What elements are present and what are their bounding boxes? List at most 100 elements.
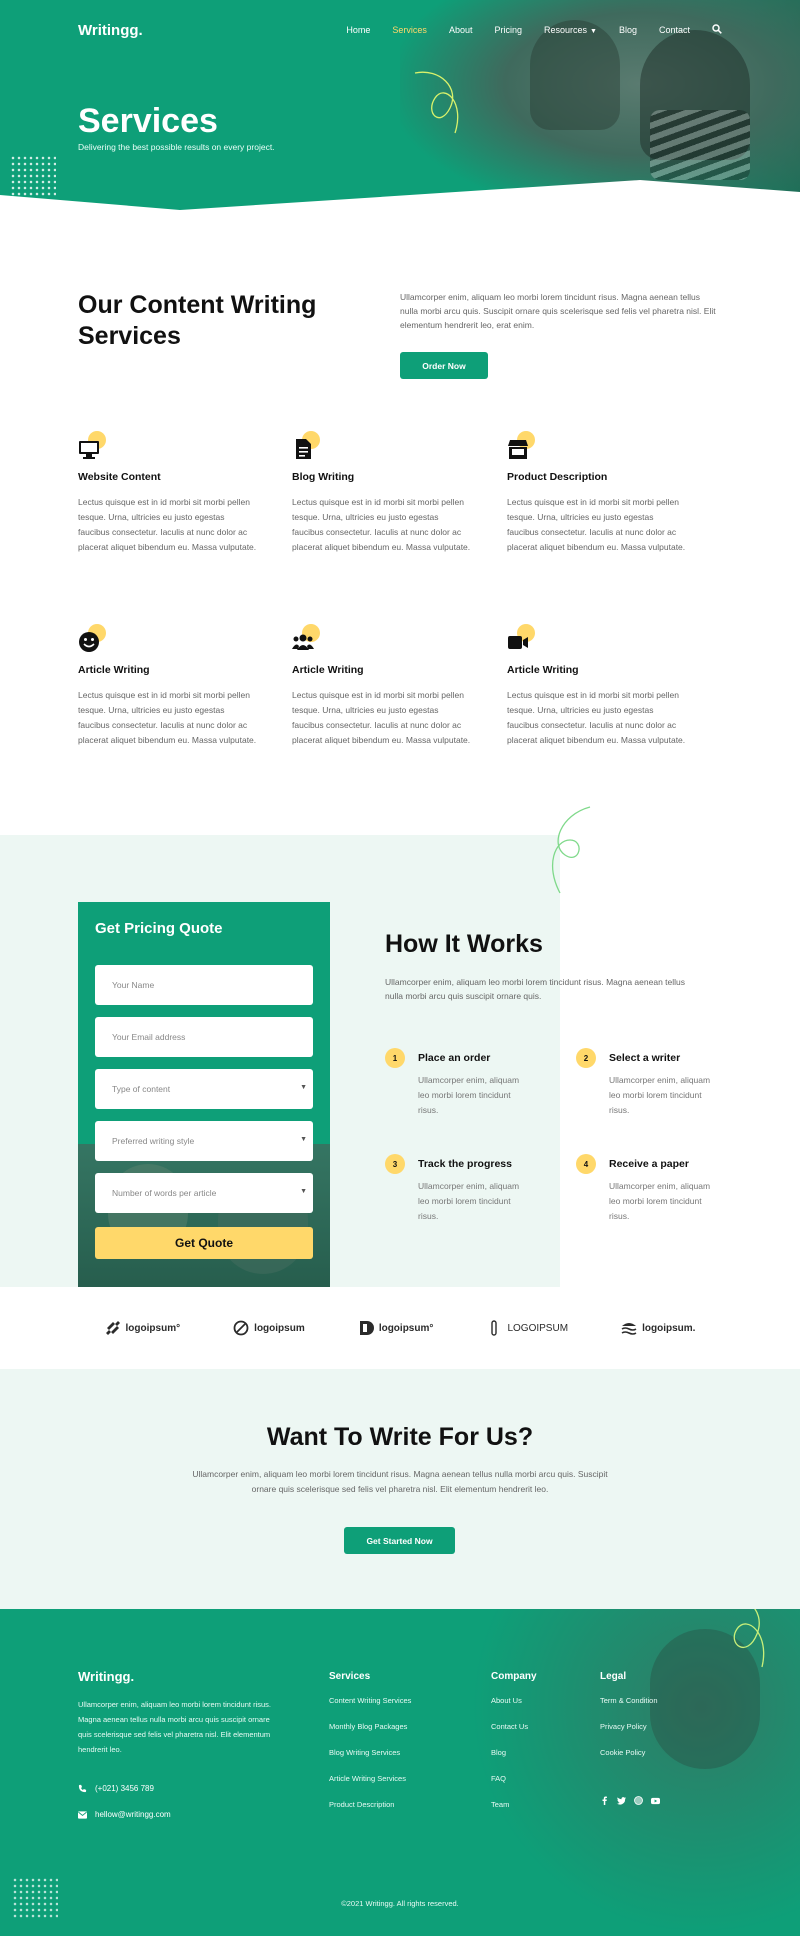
writing-style-select[interactable]: Preferred writing style ▼ xyxy=(95,1121,313,1161)
step-text: Ullamcorper enim, aliquam leo morbi lore… xyxy=(609,1075,711,1115)
client-logos: logoipsum° logoipsum logoipsum° LOGOIPSU… xyxy=(0,1287,800,1369)
hero-section: Writingg. Home Services About Pricing Re… xyxy=(0,0,800,210)
footer-email-text: hellow@writingg.com xyxy=(95,1810,171,1819)
search-icon[interactable] xyxy=(712,23,722,37)
how-it-works-section: Get Pricing Quote Your Name Your Email a… xyxy=(0,806,800,1287)
service-card: Article Writing Lectus quisque est in id… xyxy=(507,624,687,748)
logo-mark-icon xyxy=(233,1320,249,1336)
document-icon xyxy=(296,439,311,459)
footer-link[interactable]: FAQ xyxy=(491,1774,537,1800)
service-card: Article Writing Lectus quisque est in id… xyxy=(292,624,472,748)
get-quote-button[interactable]: Get Quote xyxy=(95,1227,313,1259)
hero-wave-divider xyxy=(0,180,800,210)
service-text: Lectus quisque est in id morbi sit morbi… xyxy=(78,690,257,745)
name-input[interactable]: Your Name xyxy=(95,965,313,1005)
video-icon xyxy=(508,636,528,649)
nav-resources[interactable]: Resources ▼ xyxy=(544,25,597,35)
footer-swirl-decoration xyxy=(733,1609,765,1668)
footer-logo[interactable]: Writingg. xyxy=(78,1669,134,1684)
service-text: Lectus quisque est in id morbi sit morbi… xyxy=(507,690,686,745)
footer-link[interactable]: Monthly Blog Packages xyxy=(329,1722,411,1748)
site-logo[interactable]: Writingg. xyxy=(78,22,143,39)
email-input[interactable]: Your Email address xyxy=(95,1017,313,1057)
services-heading: Our Content Writing Services xyxy=(78,291,317,350)
nav-blog[interactable]: Blog xyxy=(619,25,637,35)
service-card: Article Writing Lectus quisque est in id… xyxy=(78,624,258,748)
services-intro: Our Content Writing Services Ullamcorper… xyxy=(0,210,800,435)
step-text: Ullamcorper enim, aliquam leo morbi lore… xyxy=(609,1181,711,1221)
step-number: 3 xyxy=(385,1154,405,1174)
step-number: 2 xyxy=(576,1048,596,1068)
footer-link[interactable]: About Us xyxy=(491,1696,537,1722)
footer-services-column: Services Content Writing Services Monthl… xyxy=(329,1671,411,1826)
content-type-select[interactable]: Type of content ▼ xyxy=(95,1069,313,1109)
quote-form-photo xyxy=(78,1144,330,1287)
service-text: Lectus quisque est in id morbi sit morbi… xyxy=(507,497,686,552)
facebook-icon[interactable] xyxy=(600,1796,609,1805)
chevron-down-icon: ▼ xyxy=(300,1084,307,1091)
footer-link[interactable]: Content Writing Services xyxy=(329,1696,411,1722)
nav-pricing[interactable]: Pricing xyxy=(494,25,522,35)
word-count-select[interactable]: Number of words per article ▼ xyxy=(95,1173,313,1213)
logo-mark-icon xyxy=(491,1320,498,1336)
green-swirl-decoration xyxy=(551,806,591,894)
service-card: Blog Writing Lectus quisque est in id mo… xyxy=(292,431,472,555)
service-title: Product Description xyxy=(507,471,608,483)
phone-icon xyxy=(78,1784,87,1793)
smile-icon xyxy=(79,632,99,652)
client-logo-text: logoipsum° xyxy=(125,1322,181,1334)
footer-link[interactable]: Blog xyxy=(491,1748,537,1774)
chevron-down-icon: ▼ xyxy=(590,28,597,35)
dribbble-icon[interactable] xyxy=(634,1796,643,1805)
client-logo-text: logoipsum xyxy=(254,1322,305,1334)
footer-link[interactable]: Product Description xyxy=(329,1800,411,1826)
pricing-quote-form: Get Pricing Quote Your Name Your Email a… xyxy=(78,902,330,1287)
client-logo-text: logoipsum. xyxy=(642,1322,696,1334)
client-logo: logoipsum xyxy=(233,1320,305,1336)
writing-style-value: Preferred writing style xyxy=(112,1136,195,1146)
service-title: Website Content xyxy=(78,471,161,483)
nav-contact[interactable]: Contact xyxy=(659,25,690,35)
client-logo-text: logoipsum° xyxy=(378,1322,434,1334)
footer-link[interactable]: Contact Us xyxy=(491,1722,537,1748)
footer-phone[interactable]: (+021) 3456 789 xyxy=(78,1784,154,1793)
client-logo: logoipsum° xyxy=(105,1320,181,1336)
footer-email[interactable]: hellow@writingg.com xyxy=(78,1810,171,1819)
copyright-text: ©2021 Writingg. All rights reserved. xyxy=(341,1899,459,1908)
services-grid: Website Content Lectus quisque est in id… xyxy=(0,431,800,835)
step-text: Ullamcorper enim, aliquam leo morbi lore… xyxy=(418,1181,520,1221)
client-logo: logoipsum. xyxy=(621,1320,695,1336)
services-intro-text: Ullamcorper enim, aliquam leo morbi lore… xyxy=(400,292,716,330)
twitter-icon[interactable] xyxy=(617,1796,626,1805)
footer-link[interactable]: Article Writing Services xyxy=(329,1774,411,1800)
step-title: Select a writer xyxy=(609,1052,681,1064)
footer-link[interactable]: Privacy Policy xyxy=(600,1722,658,1748)
footer-link[interactable]: Blog Writing Services xyxy=(329,1748,411,1774)
youtube-icon[interactable] xyxy=(651,1796,660,1805)
nav-home[interactable]: Home xyxy=(346,25,370,35)
service-title: Article Writing xyxy=(78,664,150,676)
step-title: Receive a paper xyxy=(609,1158,689,1170)
write-for-us-section: Want To Write For Us? Ullamcorper enim, … xyxy=(0,1369,800,1609)
footer-link[interactable]: Term & Condition xyxy=(600,1696,658,1722)
hero-swirl-decoration xyxy=(414,71,459,134)
footer-link[interactable]: Cookie Policy xyxy=(600,1748,658,1774)
content-type-value: Type of content xyxy=(112,1084,171,1094)
client-logo-text: LOGOIPSUM xyxy=(507,1322,569,1334)
step-text: Ullamcorper enim, aliquam leo morbi lore… xyxy=(418,1075,520,1115)
chevron-down-icon: ▼ xyxy=(300,1136,307,1143)
users-icon xyxy=(292,634,314,650)
main-nav: Writingg. Home Services About Pricing Re… xyxy=(78,20,722,40)
nav-about[interactable]: About xyxy=(449,25,473,35)
order-now-button[interactable]: Order Now xyxy=(400,352,488,379)
get-started-button[interactable]: Get Started Now xyxy=(344,1527,455,1554)
monitor-icon xyxy=(79,441,99,459)
step-number: 4 xyxy=(576,1154,596,1174)
footer-link[interactable]: Team xyxy=(491,1800,537,1826)
nav-resources-label: Resources xyxy=(543,25,588,35)
footer-column-title: Services xyxy=(329,1671,371,1682)
nav-services[interactable]: Services xyxy=(392,25,427,35)
step-title: Place an order xyxy=(418,1052,491,1064)
footer-phone-text: (+021) 3456 789 xyxy=(95,1784,154,1793)
store-icon xyxy=(508,440,528,459)
